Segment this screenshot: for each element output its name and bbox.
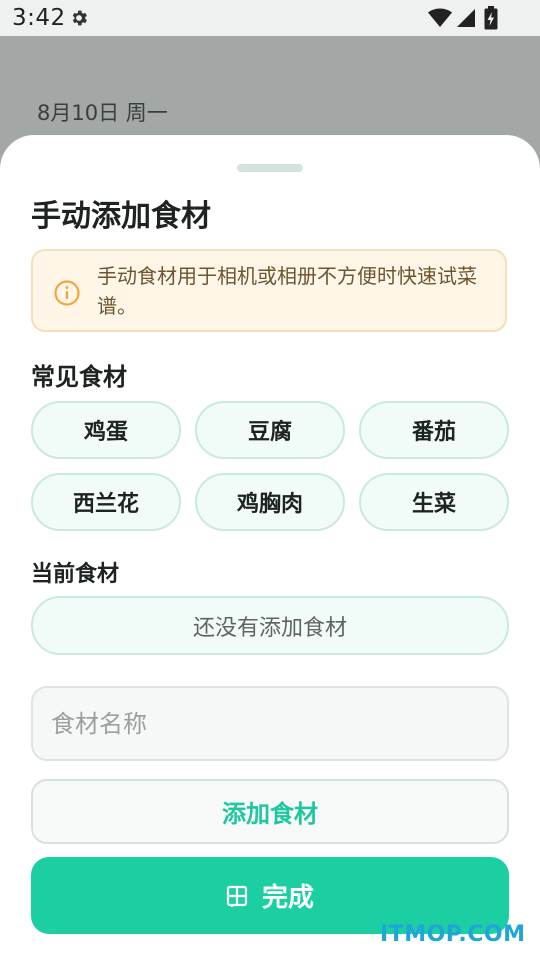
ingredient-chip-tofu[interactable]: 豆腐: [195, 401, 345, 459]
screen: 3:42 8月10日 周一 手动添加食材 手动食材用于相机或相册不方便时快速试菜…: [0, 0, 540, 960]
notice-banner: 手动食材用于相机或相册不方便时快速试菜谱。: [31, 249, 507, 332]
watermark: ITMOP.COM: [380, 922, 526, 947]
common-ingredients-label: 常见食材: [31, 363, 127, 391]
ingredient-chip-tomato[interactable]: 番茄: [359, 401, 509, 459]
book-icon: [226, 885, 248, 907]
wifi-icon: [428, 8, 452, 27]
ingredient-chip-lettuce[interactable]: 生菜: [359, 473, 509, 531]
ingredient-chip-chicken-breast[interactable]: 鸡胸肉: [195, 473, 345, 531]
status-bar: 3:42: [0, 0, 540, 36]
ingredient-name-input[interactable]: [31, 686, 509, 761]
current-ingredients-label: 当前食材: [31, 562, 120, 587]
drag-handle[interactable]: [237, 164, 303, 172]
gear-icon: [72, 10, 87, 26]
current-ingredients-empty: 还没有添加食材: [31, 596, 509, 655]
info-icon: [54, 280, 80, 306]
add-ingredient-button[interactable]: 添加食材: [31, 779, 509, 844]
done-button-label: 完成: [261, 883, 314, 913]
status-time: 3:42: [12, 5, 66, 31]
bottom-sheet: 手动添加食材 手动食材用于相机或相册不方便时快速试菜谱。 常见食材 鸡蛋 豆腐 …: [0, 135, 540, 960]
backdrop-date: 8月10日 周一: [37, 101, 168, 125]
battery-icon: [484, 6, 498, 30]
notice-text: 手动食材用于相机或相册不方便时快速试菜谱。: [97, 264, 477, 318]
signal-icon: [457, 9, 475, 27]
ingredient-chip-egg[interactable]: 鸡蛋: [31, 401, 181, 459]
sheet-title: 手动添加食材: [31, 199, 211, 234]
ingredient-chip-broccoli[interactable]: 西兰花: [31, 473, 181, 531]
